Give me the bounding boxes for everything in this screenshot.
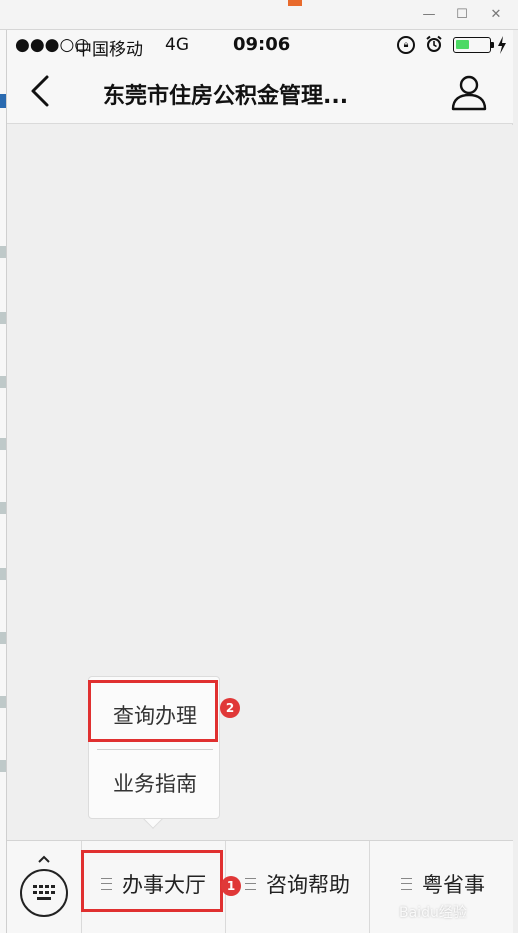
background-marker <box>0 760 6 772</box>
phone-screen: ●●●○○ 中国移动 4G 09:06 🔒︎ 东莞市住房公积金管理... 查询办… <box>7 30 513 933</box>
menu-tab-label: 咨询帮助 <box>266 873 350 897</box>
chat-content-area <box>7 125 513 840</box>
battery-icon <box>453 37 491 53</box>
keyboard-toggle-button[interactable] <box>20 869 68 917</box>
page-title: 东莞市住房公积金管理... <box>103 84 349 109</box>
menu-list-icon <box>245 878 256 890</box>
status-bar: ●●●○○ 中国移动 4G 09:06 🔒︎ <box>7 30 513 60</box>
screen: — ☐ ✕ ●●●○○ 中国移动 4G 09:06 🔒︎ 东莞市住房公积金管理.… <box>0 0 518 933</box>
highlight-box-hall <box>81 850 223 912</box>
step-badge-2: 2 <box>220 698 240 718</box>
step-badge-1: 1 <box>221 876 241 896</box>
carrier-name: 中国移动 <box>75 40 143 60</box>
battery-cap <box>491 42 494 48</box>
nav-bar: 东莞市住房公积金管理... <box>7 60 513 124</box>
app-tab-icon <box>288 0 302 6</box>
highlight-box-query <box>88 680 218 742</box>
background-page-strip <box>0 30 7 933</box>
background-marker <box>0 696 6 708</box>
menu-list-icon <box>401 878 412 890</box>
close-button[interactable]: ✕ <box>487 6 505 24</box>
window-titlebar: — ☐ ✕ <box>0 0 518 30</box>
watermark: Baidu经验 <box>399 905 467 921</box>
background-marker <box>0 376 6 388</box>
chevron-left-icon[interactable] <box>25 74 55 108</box>
menu-tab-label: 粤省事 <box>422 873 485 897</box>
menu-separator <box>369 841 370 933</box>
charging-icon <box>498 36 506 54</box>
background-marker <box>0 502 6 514</box>
background-marker <box>0 438 6 450</box>
minimize-button[interactable]: — <box>420 6 438 24</box>
network-type: 4G <box>165 35 189 55</box>
rotation-lock-icon: 🔒︎ <box>397 36 415 54</box>
background-marker <box>0 312 6 324</box>
alarm-icon <box>426 35 442 52</box>
user-icon[interactable] <box>449 72 489 112</box>
submenu-item-guide[interactable]: 业务指南 <box>89 755 221 813</box>
background-marker <box>0 568 6 580</box>
background-marker <box>0 246 6 258</box>
battery-level <box>456 40 469 49</box>
menu-tab-help[interactable]: 咨询帮助 <box>245 869 350 909</box>
submenu-divider <box>97 749 213 750</box>
keyboard-icon <box>33 885 55 900</box>
background-marker <box>0 632 6 644</box>
status-time: 09:06 <box>233 34 291 55</box>
background-marker <box>0 94 6 108</box>
chevron-up-icon <box>38 855 50 863</box>
maximize-button[interactable]: ☐ <box>453 6 471 24</box>
